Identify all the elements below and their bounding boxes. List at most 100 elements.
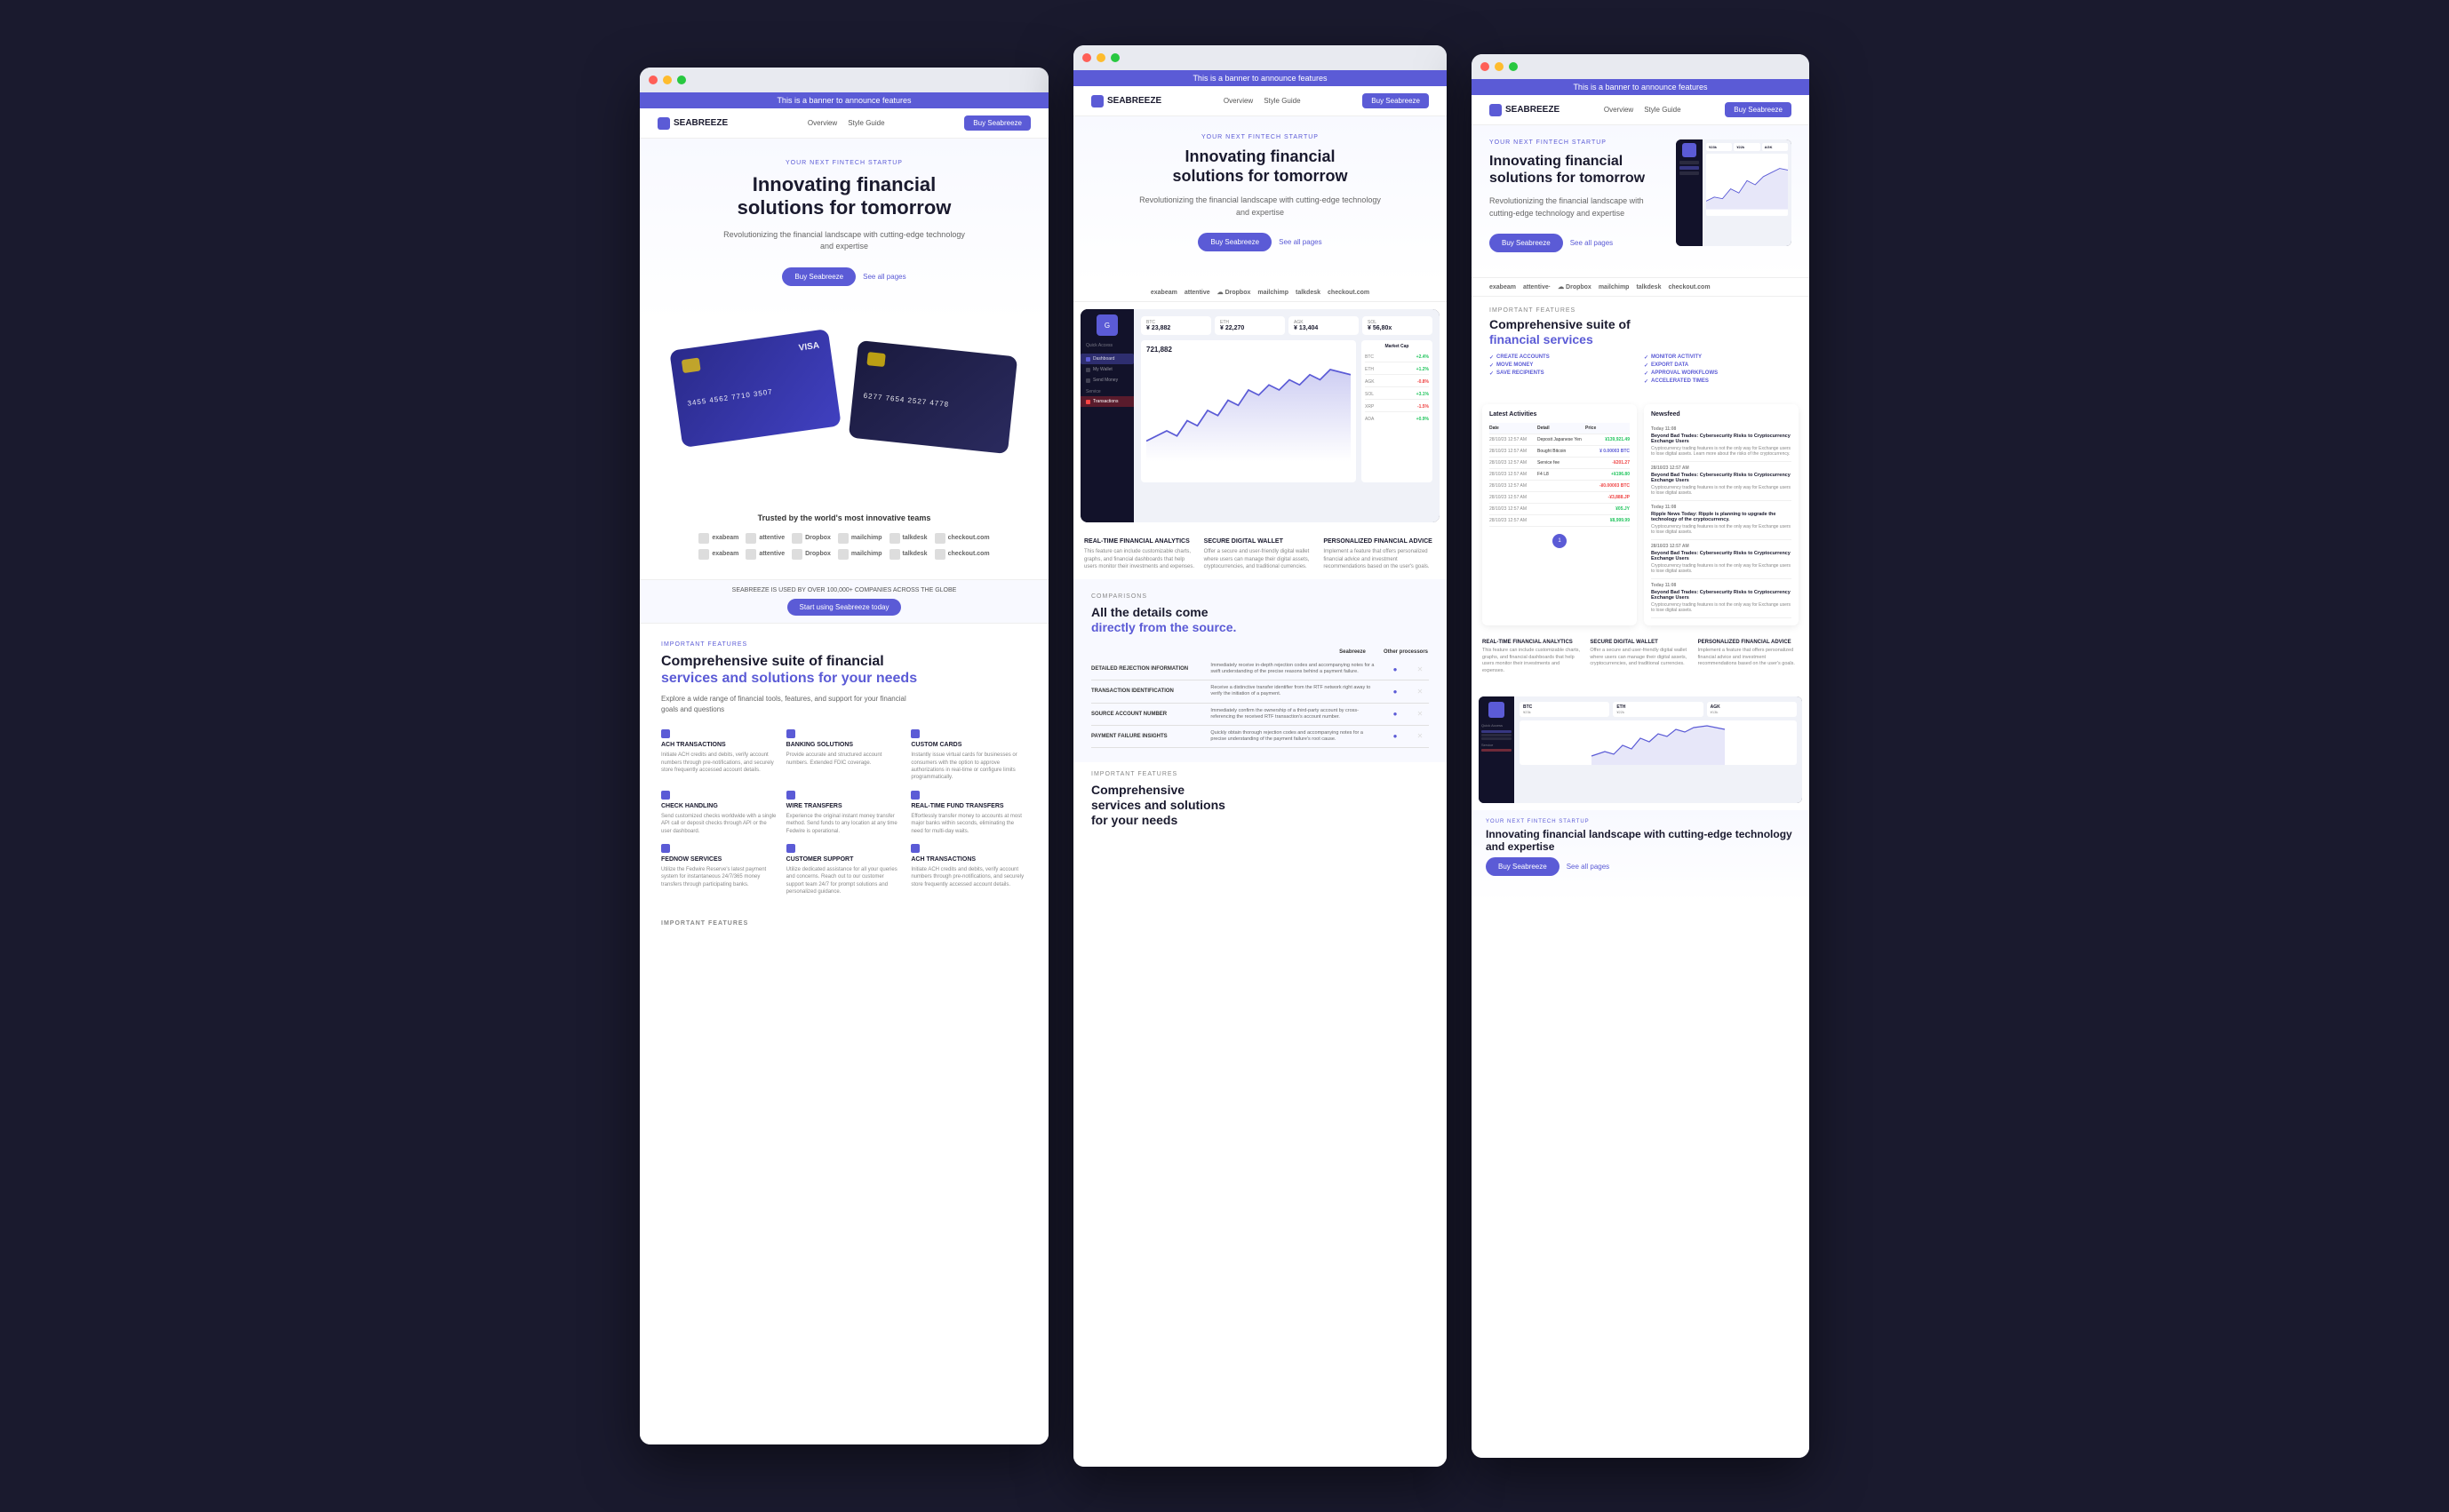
act-detail-1: Deposit Japanese Yen [1537, 437, 1601, 442]
feature-row-w3: REAL-TIME FINANCIAL ANALYTICS This featu… [1482, 640, 1799, 675]
act-row-3: 28/10/23 12:57 AM Service fee -¥201.27 [1489, 458, 1630, 469]
fc-advice-desc: Implement a feature that offers personal… [1323, 548, 1436, 570]
hero-cta-1[interactable]: Buy Seabreeze [782, 267, 856, 286]
act-price-3: -¥201.27 [1612, 460, 1630, 466]
act-price-8: ¥8,999.99 [1610, 518, 1630, 523]
fc-analytics-title: REAL-TIME FINANCIAL ANALYTICS [1084, 538, 1197, 545]
nav-cta-1[interactable]: Buy Seabreeze [964, 115, 1031, 131]
hero-secondary-3[interactable]: See all pages [1570, 234, 1613, 252]
preview-logo [1682, 143, 1696, 157]
bottom-cta-w3[interactable]: Buy Seabreeze [1486, 857, 1560, 876]
logo-strip-checkout: checkout.com [1328, 289, 1369, 296]
close-icon[interactable] [649, 76, 658, 84]
maximize-icon-2[interactable] [1111, 53, 1120, 62]
fc-advice-w3: PERSONALIZED FINANCIAL ADVICE Implement … [1698, 640, 1799, 675]
announcement-bar-2: This is a banner to announce features [1073, 70, 1447, 86]
comparisons-section-2: COMPARISONS All the details comedirectly… [1073, 579, 1447, 762]
price-rows: BTC +2.4% ETH +1.2% AGK -0.8% [1365, 353, 1429, 424]
features-tag-w3: IMPORTANT FEATURES [1489, 307, 1791, 314]
feature-col-1-w3: ✓ CREATE ACCOUNTS ✓ MOVE MONEY ✓ SAVE RE… [1489, 354, 1637, 386]
newsfeed-col: Newsfeed Today 11:08 Beyond Bad Trades: … [1644, 404, 1799, 625]
features-title-w3: Comprehensive suite offinancial services [1489, 317, 1791, 347]
sidebar-dashboard[interactable]: Dashboard [1081, 354, 1134, 364]
act-detail-4: F4 L8 [1537, 472, 1607, 477]
market-cap-label: Market Cap [1365, 344, 1429, 349]
browser-chrome-2 [1073, 45, 1447, 70]
news-title-3: Ripple News Today: Ripple is planning to… [1651, 512, 1791, 522]
act-date-8: 28/10/23 12:57 AM [1489, 518, 1534, 523]
mini-qa-label: Quick Access [1479, 723, 1514, 728]
hero-cta-2[interactable]: Buy Seabreeze [1198, 233, 1272, 251]
hero-tag-1: YOUR NEXT FINTECH STARTUP [668, 160, 1020, 166]
logo-exabeam-2: exabeam [698, 549, 738, 560]
fc-analytics-desc: This feature can include customizable ch… [1084, 548, 1197, 570]
stats-cta-1[interactable]: Start using Seabreeze today [787, 599, 902, 616]
sidebar-send[interactable]: Send Money [1081, 375, 1134, 386]
comp-desc-2: Receive a distinctive transfer identifie… [1210, 685, 1379, 697]
hero-cta-3[interactable]: Buy Seabreeze [1489, 234, 1563, 252]
news-desc-2: Cryptocurrency trading features is not t… [1651, 485, 1791, 497]
feature-item-cards: CUSTOM CARDS Instantly issue virtual car… [911, 729, 1027, 782]
ach2-icon [911, 844, 920, 853]
nav-logo-1: SEABREEZE [658, 117, 728, 130]
feature-item-support: CUSTOMER SUPPORT Utilize dedicated assis… [786, 844, 903, 896]
act-col-price: Price [1585, 426, 1630, 431]
close-icon-3[interactable] [1480, 62, 1489, 71]
hero-secondary-2[interactable]: See all pages [1279, 233, 1321, 251]
logo-attentive-2: attentive [746, 549, 785, 560]
logo-icon-3 [1489, 104, 1502, 116]
logo-w3-attentive: attentive· [1523, 283, 1551, 290]
exabeam-icon-2 [698, 549, 709, 560]
chart-section-2: 721,882 Mar [1141, 340, 1432, 482]
fc-analytics-w2: REAL-TIME FINANCIAL ANALYTICS This featu… [1084, 538, 1197, 570]
logos-strip-2: exabeam attentive ☁ Dropbox mailchimp ta… [1073, 283, 1447, 302]
bottom-hero-w3: YOUR NEXT FINTECH STARTUP Innovating fin… [1472, 810, 1809, 903]
act-row-4: 28/10/23 12:57 AM F4 L8 +¥196.80 [1489, 469, 1630, 481]
close-icon-2[interactable] [1082, 53, 1091, 62]
check-icon-3: ✓ [1489, 370, 1494, 377]
price-row-4: SOL +3.1% [1365, 390, 1429, 400]
act-price-2: ¥ 0.00003 BTC [1599, 449, 1630, 454]
minimize-icon[interactable] [663, 76, 672, 84]
preview-menu-1 [1679, 161, 1699, 164]
maximize-icon-3[interactable] [1509, 62, 1518, 71]
price-row-2: ETH +1.2% [1365, 365, 1429, 375]
feature-item-ach2: ACH TRANSACTIONS Initiate ACH credits an… [911, 844, 1027, 896]
feat-move-money: ✓ MOVE MONEY [1489, 362, 1637, 369]
sidebar-logo-2: G [1097, 314, 1118, 336]
mini-dash-inner: Quick Access Service BTC ¥23k ETH [1479, 696, 1802, 803]
comp-row-2: TRANSACTION IDENTIFICATION Receive a dis… [1091, 680, 1429, 703]
trusted-title-1: Trusted by the world's most innovative t… [661, 513, 1027, 522]
fc-advice-title: PERSONALIZED FINANCIAL ADVICE [1323, 538, 1436, 545]
hero-tag-3: YOUR NEXT FINTECH STARTUP [1489, 139, 1665, 146]
comp-check-3-yes: ● [1386, 710, 1404, 718]
news-title-4: Beyond Bad Trades: Cybersecurity Risks t… [1651, 551, 1791, 561]
sidebar-transactions[interactable]: Transactions [1081, 396, 1134, 407]
wallet-title-w3: SECURE DIGITAL WALLET [1590, 640, 1690, 645]
logo-w3-dropbox: ☁ Dropbox [1558, 283, 1591, 290]
features-w3: IMPORTANT FEATURES Comprehensive suite o… [1472, 297, 1809, 397]
check-icon-6: ✓ [1644, 370, 1648, 377]
fc-analytics-w3: REAL-TIME FINANCIAL ANALYTICS This featu… [1482, 640, 1583, 675]
attentive-icon [746, 533, 756, 544]
minimize-icon-2[interactable] [1097, 53, 1105, 62]
nav-cta-3[interactable]: Buy Seabreeze [1725, 102, 1791, 117]
sidebar-wallet[interactable]: My Wallet [1081, 364, 1134, 375]
minimize-icon-3[interactable] [1495, 62, 1504, 71]
page-1[interactable]: 1 [1552, 534, 1567, 548]
maximize-icon[interactable] [677, 76, 686, 84]
act-date-1: 28/10/23 12:57 AM [1489, 437, 1534, 442]
page-indicators: 1 [1489, 534, 1630, 548]
logo-strip-dropbox: ☁ Dropbox [1217, 289, 1251, 296]
nav-bar-3: SEABREEZE Overview Style Guide Buy Seabr… [1472, 95, 1809, 125]
act-date-5: 28/10/23 12:57 AM [1489, 483, 1534, 489]
bottom-title-w3: Innovating financial landscape with cutt… [1486, 828, 1795, 854]
hero-title-3: Innovating financial solutions for tomor… [1489, 153, 1665, 187]
hero-secondary-1[interactable]: See all pages [863, 267, 905, 286]
nav-cta-2[interactable]: Buy Seabreeze [1362, 93, 1429, 108]
wallet-icon [1086, 368, 1090, 372]
features-subtitle-1: Explore a wide range of financial tools,… [661, 694, 910, 715]
bottom-secondary-w3[interactable]: See all pages [1567, 857, 1609, 876]
mini-menu-1 [1481, 730, 1512, 733]
feat-create-accounts: ✓ CREATE ACCOUNTS [1489, 354, 1637, 361]
